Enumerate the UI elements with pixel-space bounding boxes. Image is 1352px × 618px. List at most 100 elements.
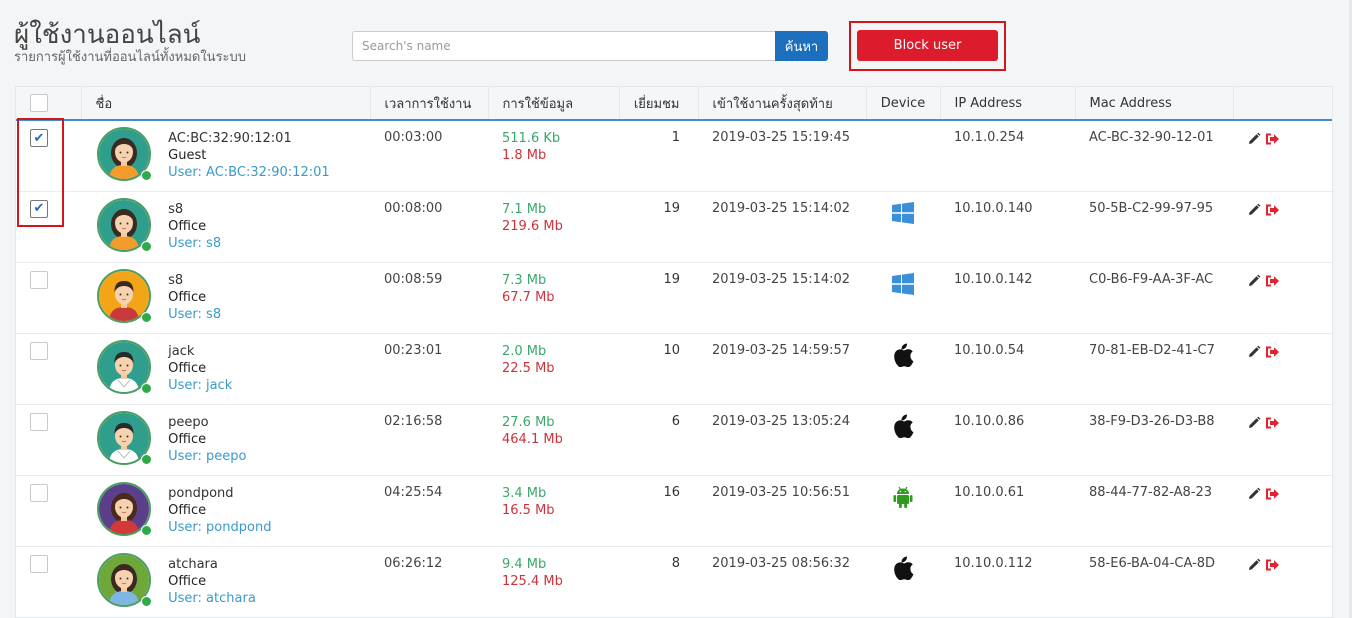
user-login[interactable]: User: peepo [168,448,246,465]
row-checkbox[interactable] [30,554,48,573]
user-login[interactable]: User: s8 [168,306,221,323]
last-login-time: 2019-03-25 15:19:45 [712,130,851,145]
mac-address: 38-F9-D3-26-D3-B8 [1089,413,1215,429]
device-cell [866,120,940,191]
logout-icon[interactable] [1265,203,1280,221]
user-name: s8 [168,201,184,217]
mac-address: C0-B6-F9-AA-3F-AC [1089,271,1214,287]
mac-address: 50-5B-C2-99-97-95 [1089,200,1214,216]
edit-icon[interactable] [1247,345,1261,363]
table-row[interactable]: s8 Office User: s8 00:08:59 7.3 Mb 67.7 … [16,262,1332,333]
select-all-checkbox[interactable] [30,94,48,112]
table-row[interactable]: ✔ AC:BC:32:90:12:01 Guest User: AC:BC:32… [16,120,1332,191]
download-amount: 27.6 Mb [502,414,555,430]
user-group: Office [168,289,207,305]
table-row[interactable]: peepo Office User: peepo 02:16:58 27.6 M… [16,404,1332,475]
last-login-time: 2019-03-25 15:14:02 [712,200,851,216]
mac-address: AC-BC-32-90-12-01 [1089,130,1214,145]
user-login[interactable]: User: s8 [168,235,221,252]
online-status-dot [141,240,152,252]
last-login-time: 2019-03-25 10:56:51 [712,484,851,500]
mac-address: 88-44-77-82-A8-23 [1089,484,1213,500]
device-cell [866,191,940,262]
apple-icon [892,414,914,442]
ip-address: 10.10.0.54 [954,342,1025,358]
row-checkbox[interactable]: ✔ [30,199,48,218]
user-login[interactable]: User: AC:BC:32:90:12:01 [168,164,330,181]
user-group: Office [168,431,207,447]
edit-icon[interactable] [1247,203,1261,221]
search-input[interactable] [352,31,775,61]
search-bar: ค้นหา [352,31,828,61]
logout-icon[interactable] [1265,487,1280,505]
mac-address: 58-E6-BA-04-CA-8D [1089,555,1216,571]
row-checkbox[interactable] [30,270,48,289]
usage-duration: 00:23:01 [384,342,443,358]
user-name: s8 [168,272,184,288]
visit-count: 1 [671,130,680,145]
table-row[interactable]: jack Office User: jack 00:23:01 2.0 Mb 2… [16,333,1332,404]
upload-amount: 1.8 Mb [502,148,547,163]
usage-duration: 00:08:00 [384,200,443,216]
user-name: jack [168,343,195,359]
upload-amount: 22.5 Mb [502,360,555,376]
upload-amount: 125.4 Mb [502,573,563,589]
download-amount: 7.1 Mb [502,201,547,217]
apple-icon [892,556,914,584]
download-amount: 511.6 Kb [502,131,561,146]
logout-icon[interactable] [1265,345,1280,363]
download-amount: 9.4 Mb [502,556,547,572]
column-header-visits[interactable]: เยี่ยมชม [619,87,699,121]
header-select-all [16,87,82,121]
column-header-duration[interactable]: เวลาการใช้งาน [370,87,489,121]
column-header-mac[interactable]: Mac Address [1075,87,1234,121]
user-login[interactable]: User: atchara [168,590,256,607]
user-login[interactable]: User: jack [168,377,232,394]
last-login-time: 2019-03-25 15:14:02 [712,271,851,287]
user-login[interactable]: User: pondpond [168,519,271,536]
page-subtitle: รายการผู้ใช้งานที่ออนไลน์ทั้งหมดในระบบ [14,50,247,65]
mac-address: 70-81-EB-D2-41-C7 [1089,342,1215,358]
user-group: Office [168,360,207,376]
online-status-dot [141,170,152,181]
table-row[interactable]: pondpond Office User: pondpond 04:25:54 … [16,475,1332,546]
row-checkbox[interactable] [30,412,48,431]
table-header-row: ชื่อ เวลาการใช้งาน การใช้ข้อมูล เยี่ยมชม… [16,87,1332,121]
column-header-data-usage[interactable]: การใช้ข้อมูล [488,87,620,121]
row-checkbox[interactable] [30,483,48,502]
user-name: peepo [168,414,209,430]
online-status-dot [141,595,152,607]
edit-icon[interactable] [1247,132,1261,150]
row-checkbox[interactable]: ✔ [30,129,48,147]
user-name: AC:BC:32:90:12:01 [168,131,292,146]
edit-icon[interactable] [1247,274,1261,292]
visit-count: 19 [663,200,680,216]
online-status-dot [141,382,152,394]
block-user-button[interactable]: Block user [857,30,998,61]
table-row[interactable]: ✔ s8 Office User: s8 00:08:00 7.1 Mb 219… [16,191,1332,262]
column-header-last-login[interactable]: เข้าใช้งานครั้งสุดท้าย [698,87,867,121]
logout-icon[interactable] [1265,416,1280,434]
column-header-actions [1233,87,1332,121]
user-group: Office [168,502,207,518]
user-group: Guest [168,148,207,163]
windows-icon [891,272,915,300]
online-status-dot [141,524,152,536]
table-row[interactable]: atchara Office User: atchara 06:26:12 9.… [16,546,1332,617]
logout-icon[interactable] [1265,274,1280,292]
ip-address: 10.10.0.112 [954,555,1033,571]
edit-icon[interactable] [1247,487,1261,505]
edit-icon[interactable] [1247,416,1261,434]
column-header-ip[interactable]: IP Address [940,87,1076,121]
edit-icon[interactable] [1247,558,1261,576]
search-button[interactable]: ค้นหา [775,31,828,61]
usage-duration: 06:26:12 [384,555,443,571]
usage-duration: 00:08:59 [384,271,443,287]
logout-icon[interactable] [1265,558,1280,576]
row-checkbox[interactable] [30,341,48,360]
column-header-device[interactable]: Device [866,87,941,121]
online-status-dot [141,311,152,323]
logout-icon[interactable] [1265,132,1280,150]
column-header-name[interactable]: ชื่อ [81,87,371,121]
ip-address: 10.10.0.142 [954,271,1033,287]
